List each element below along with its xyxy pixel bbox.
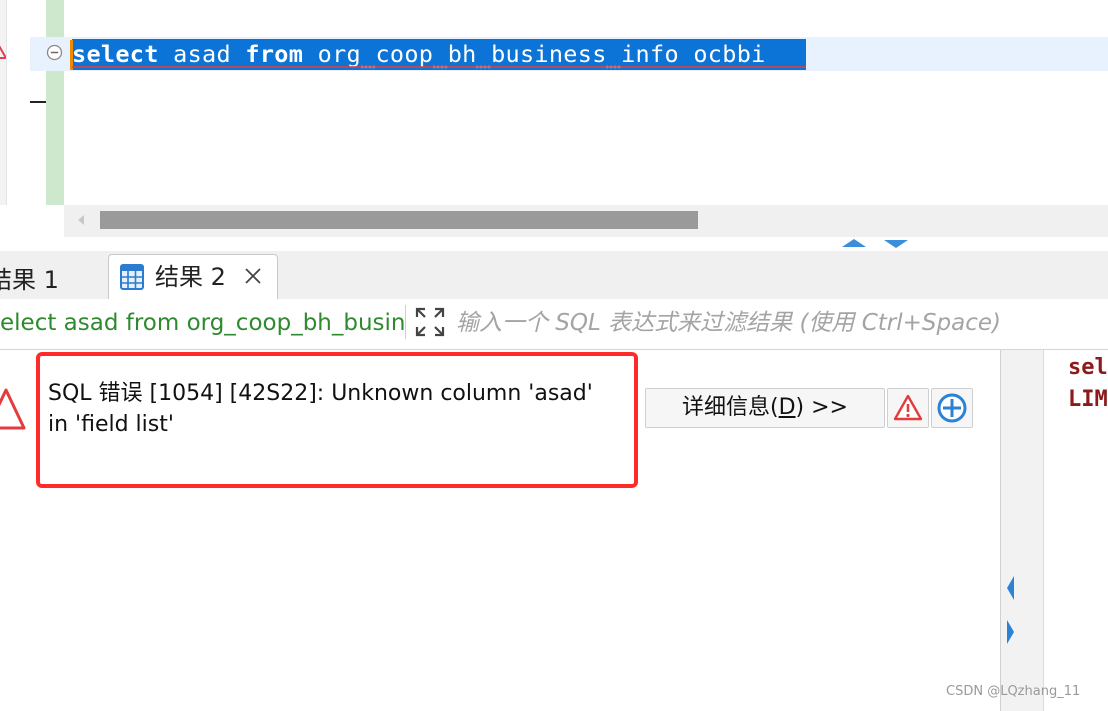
expand-icon[interactable] <box>414 306 446 338</box>
details-button[interactable]: 详细信息(D) >> <box>645 388 885 428</box>
filter-input[interactable]: 输入一个 SQL 表达式来过滤结果 (使用 Ctrl+Space) <box>456 303 1096 343</box>
collapse-icon[interactable] <box>46 44 63 61</box>
expand-details-button[interactable] <box>931 388 973 428</box>
watermark: CSDN @LQzhang_11 <box>946 684 1081 699</box>
sql-keyword-from: from <box>245 40 304 68</box>
maximize-up-icon[interactable] <box>842 239 866 247</box>
details-label-post: ) >> <box>795 395 848 420</box>
expand-right-icon[interactable] <box>1007 620 1014 644</box>
sql-table-separator: _ <box>361 40 376 68</box>
sql-table-part: org <box>303 40 361 68</box>
error-warning-icon <box>0 386 26 434</box>
panel-splitter[interactable] <box>0 237 1108 251</box>
error-log-button[interactable] <box>887 388 929 428</box>
sql-column: asad <box>158 40 246 68</box>
scroll-left-icon[interactable] <box>78 215 84 225</box>
collapse-left-icon[interactable] <box>1007 576 1014 600</box>
tab-result-2[interactable]: 结果 2 <box>108 254 278 299</box>
editor-left-border <box>0 0 7 205</box>
sql-keyword-select: select <box>72 40 159 68</box>
sql-table-separator: _ <box>433 40 448 68</box>
restore-down-icon[interactable] <box>884 240 908 248</box>
error-message: SQL 错误 [1054] [42S22]: Unknown column 'a… <box>48 381 593 437</box>
details-label-mnemonic: D <box>778 395 796 420</box>
sql-table-part: bh <box>447 40 477 68</box>
side-sql-line: LIMIT <box>1068 387 1108 412</box>
line-warning-icon <box>0 42 6 60</box>
details-label-pre: 详细信息( <box>682 395 779 420</box>
error-squiggle <box>72 66 806 68</box>
sql-table-part: info ocbbi <box>621 40 781 68</box>
horizontal-scroll-thumb[interactable] <box>100 211 698 229</box>
editor-gutter <box>46 0 64 205</box>
tab-label: 结果 2 <box>155 263 226 291</box>
filter-separator <box>405 305 406 339</box>
active-query-text[interactable]: elect asad from org_coop_bh_busin <box>0 303 404 343</box>
plus-circle-icon <box>937 393 967 423</box>
sql-table-part: coop <box>375 40 434 68</box>
line-cursor <box>30 101 46 103</box>
tab-label: 结果 1 <box>0 266 59 294</box>
sql-editor[interactable] <box>0 0 1108 205</box>
table-grid-icon <box>120 264 144 290</box>
sql-table-separator: _ <box>606 40 622 68</box>
sql-table-separator: _ <box>476 40 492 68</box>
side-sql-line: select <box>1068 355 1108 380</box>
tab-result-1[interactable]: 结果 1 <box>0 257 71 303</box>
side-panel-sql: select LIMIT <box>1068 352 1108 422</box>
warning-icon <box>893 394 923 421</box>
close-icon[interactable] <box>242 265 264 287</box>
sql-table-part: business <box>491 40 607 68</box>
side-panel-toggle-strip <box>1001 350 1044 711</box>
